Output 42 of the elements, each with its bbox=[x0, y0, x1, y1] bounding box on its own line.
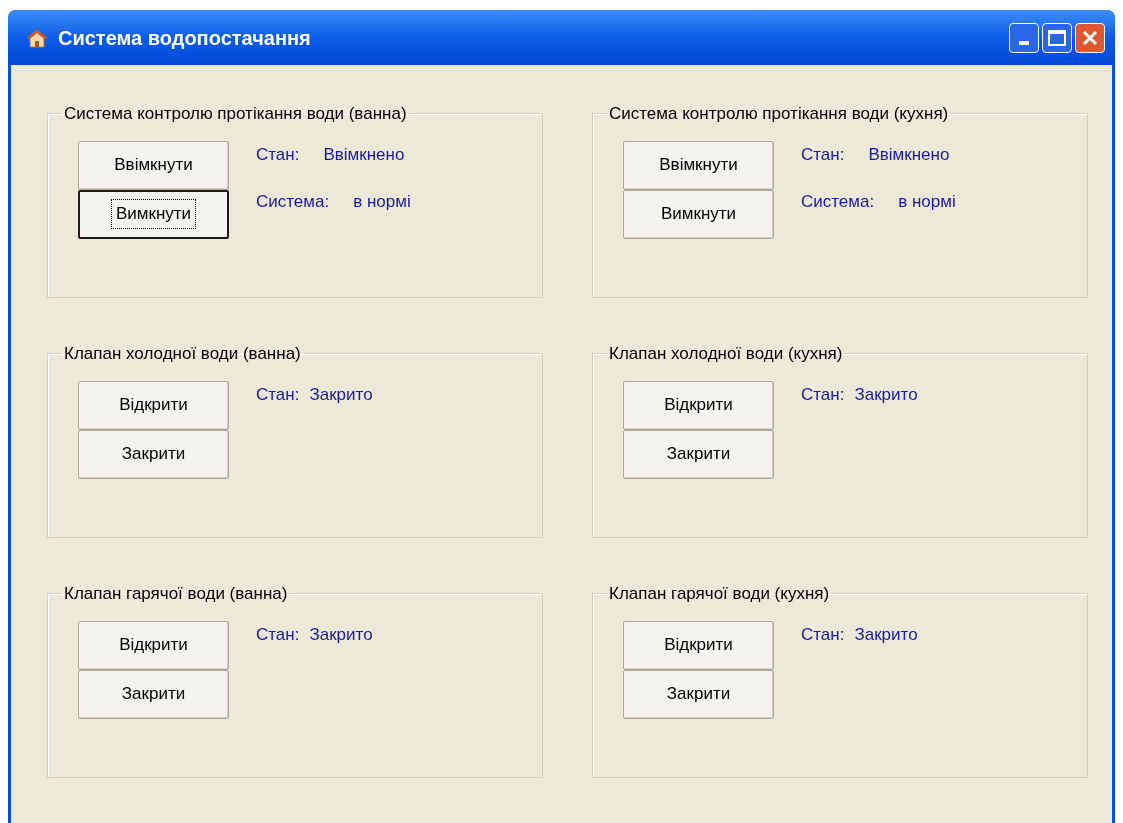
status-value: в нормі bbox=[898, 191, 956, 213]
push-button[interactable]: Вимкнути bbox=[623, 189, 774, 239]
push-button[interactable]: Відкрити bbox=[78, 380, 229, 430]
maximize-icon bbox=[1048, 29, 1066, 46]
push-button[interactable]: Закрити bbox=[78, 669, 229, 719]
status-value: Закрито bbox=[854, 623, 918, 646]
status-value: Закрито bbox=[309, 623, 373, 646]
status-value: Закрито bbox=[854, 383, 918, 406]
status-label: Стан: bbox=[801, 143, 845, 166]
group-title: Клапан гарячої води (кухня) bbox=[608, 583, 831, 605]
window-title: Система водопостачання bbox=[58, 25, 311, 51]
push-button[interactable]: Закрити bbox=[78, 429, 229, 479]
house-icon bbox=[26, 27, 48, 48]
status-label: Система: bbox=[256, 191, 330, 213]
status-value: Ввімкнено bbox=[323, 143, 405, 166]
status-label: Стан: bbox=[256, 383, 300, 406]
group-title: Система контролю протікання води (ванна) bbox=[63, 103, 408, 125]
push-button[interactable]: Ввімкнути bbox=[623, 140, 774, 190]
close-icon bbox=[1082, 29, 1098, 46]
group-title: Клапан гарячої води (ванна) bbox=[63, 583, 289, 605]
status-label: Система: bbox=[801, 191, 875, 213]
push-button[interactable]: Відкрити bbox=[623, 380, 774, 430]
maximize-button[interactable] bbox=[1042, 22, 1072, 53]
push-button[interactable]: Ввімкнути bbox=[78, 140, 229, 190]
push-button[interactable]: Відкрити bbox=[78, 620, 229, 670]
push-button[interactable]: Відкрити bbox=[623, 620, 774, 670]
group-title: Система контролю протікання води (кухня) bbox=[608, 103, 950, 125]
close-button[interactable] bbox=[1075, 22, 1105, 53]
status-label: Стан: bbox=[256, 143, 300, 166]
status-value: Закрито bbox=[309, 383, 373, 406]
status-label: Стан: bbox=[256, 623, 300, 646]
status-label: Стан: bbox=[801, 383, 845, 406]
status-label: Стан: bbox=[801, 623, 845, 646]
push-button[interactable]: Закрити bbox=[623, 669, 774, 719]
group-title: Клапан холодної води (ванна) bbox=[63, 343, 302, 365]
status-value: в нормі bbox=[353, 191, 411, 213]
group-title: Клапан холодної води (кухня) bbox=[608, 343, 844, 365]
minimize-button[interactable] bbox=[1009, 22, 1039, 53]
minimize-icon bbox=[1019, 40, 1029, 45]
push-button[interactable]: Закрити bbox=[623, 429, 774, 479]
status-value: Ввімкнено bbox=[868, 143, 950, 166]
push-button[interactable]: Вимкнути bbox=[78, 189, 229, 239]
